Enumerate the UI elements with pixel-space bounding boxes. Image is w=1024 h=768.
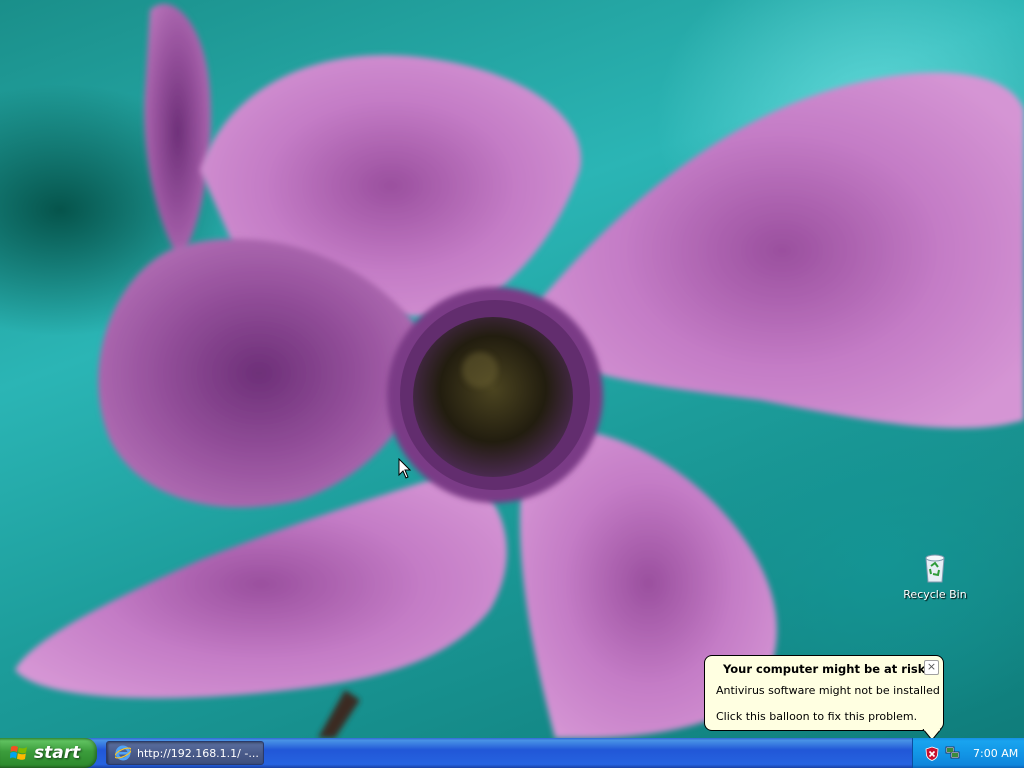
internet-explorer-icon — [115, 745, 131, 761]
balloon-close-button[interactable]: × — [924, 660, 939, 675]
clock[interactable]: 7:00 AM — [973, 747, 1018, 760]
system-tray: 7:00 AM — [912, 738, 1024, 768]
windows-logo-icon — [10, 745, 27, 760]
taskbar: start http://192.168.1.1/ -... 7:00 AM — [0, 738, 1024, 768]
balloon-title-row: Your computer might be at risk — [715, 661, 925, 676]
desktop[interactable]: Recycle Bin — [0, 0, 1024, 738]
taskbar-window-button[interactable]: http://192.168.1.1/ -... — [106, 741, 264, 765]
recycle-bin-label: Recycle Bin — [903, 588, 967, 601]
security-alert-icon[interactable] — [925, 746, 939, 761]
recycle-bin-shortcut[interactable]: Recycle Bin — [900, 552, 970, 601]
network-icon[interactable] — [945, 745, 961, 761]
balloon-message: Antivirus software might not be installe… — [716, 684, 940, 697]
flower-wallpaper — [15, 3, 1024, 738]
balloon-action-text: Click this balloon to fix this problem. — [716, 710, 918, 723]
security-balloon-notification[interactable]: Your computer might be at risk Antivirus… — [704, 655, 944, 731]
balloon-title: Your computer might be at risk — [723, 661, 926, 676]
taskbar-window-label: http://192.168.1.1/ -... — [137, 746, 259, 760]
start-label: start — [34, 743, 81, 763]
start-button[interactable]: start — [0, 738, 97, 768]
mouse-cursor-icon — [398, 458, 412, 479]
recycle-bin-icon — [925, 554, 945, 583]
